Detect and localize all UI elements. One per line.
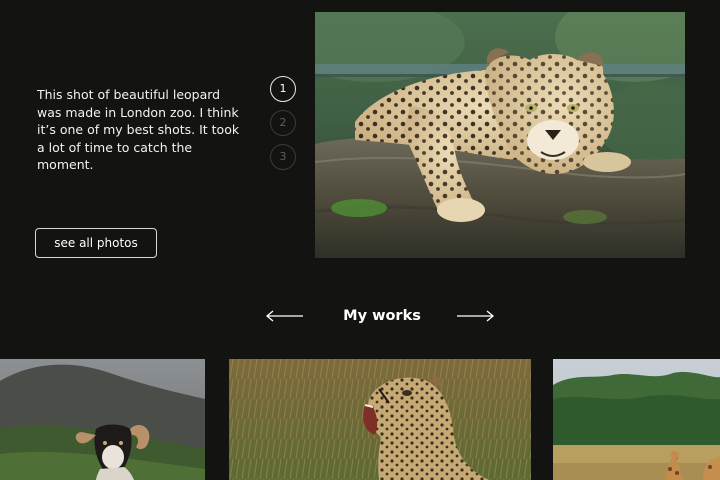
arrow-left-icon [265,310,303,322]
giraffes-photo-icon [553,359,720,480]
prev-works-arrow[interactable] [265,305,305,325]
pager-dot-1[interactable]: 1 [270,76,296,102]
see-all-photos-button[interactable]: see all photos [35,228,157,258]
pager-dot-2[interactable]: 2 [270,110,296,136]
next-works-arrow[interactable] [455,305,495,325]
pager-dot-3[interactable]: 3 [270,144,296,170]
leopard-photo-icon [315,12,685,258]
sheep-photo-icon [0,359,205,480]
hero-description: This shot of beautiful leopard was made … [37,87,240,172]
work-item-sheep[interactable] [0,359,205,480]
work-item-giraffes[interactable] [553,359,720,480]
cheetah-photo-icon [229,359,531,480]
arrow-right-icon [457,310,495,322]
section-title: My works [343,308,421,324]
slide-pager: 1 2 3 [270,76,296,178]
work-item-cheetah[interactable] [229,359,531,480]
hero-photo-leopard [315,12,685,258]
